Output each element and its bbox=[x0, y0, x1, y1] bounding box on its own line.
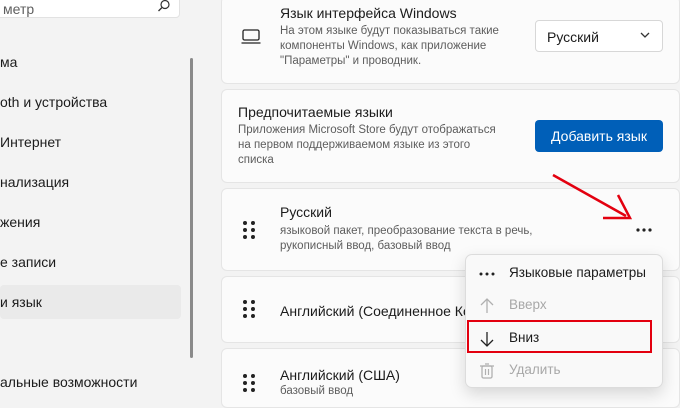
annotation-arrow-icon bbox=[552, 173, 633, 220]
